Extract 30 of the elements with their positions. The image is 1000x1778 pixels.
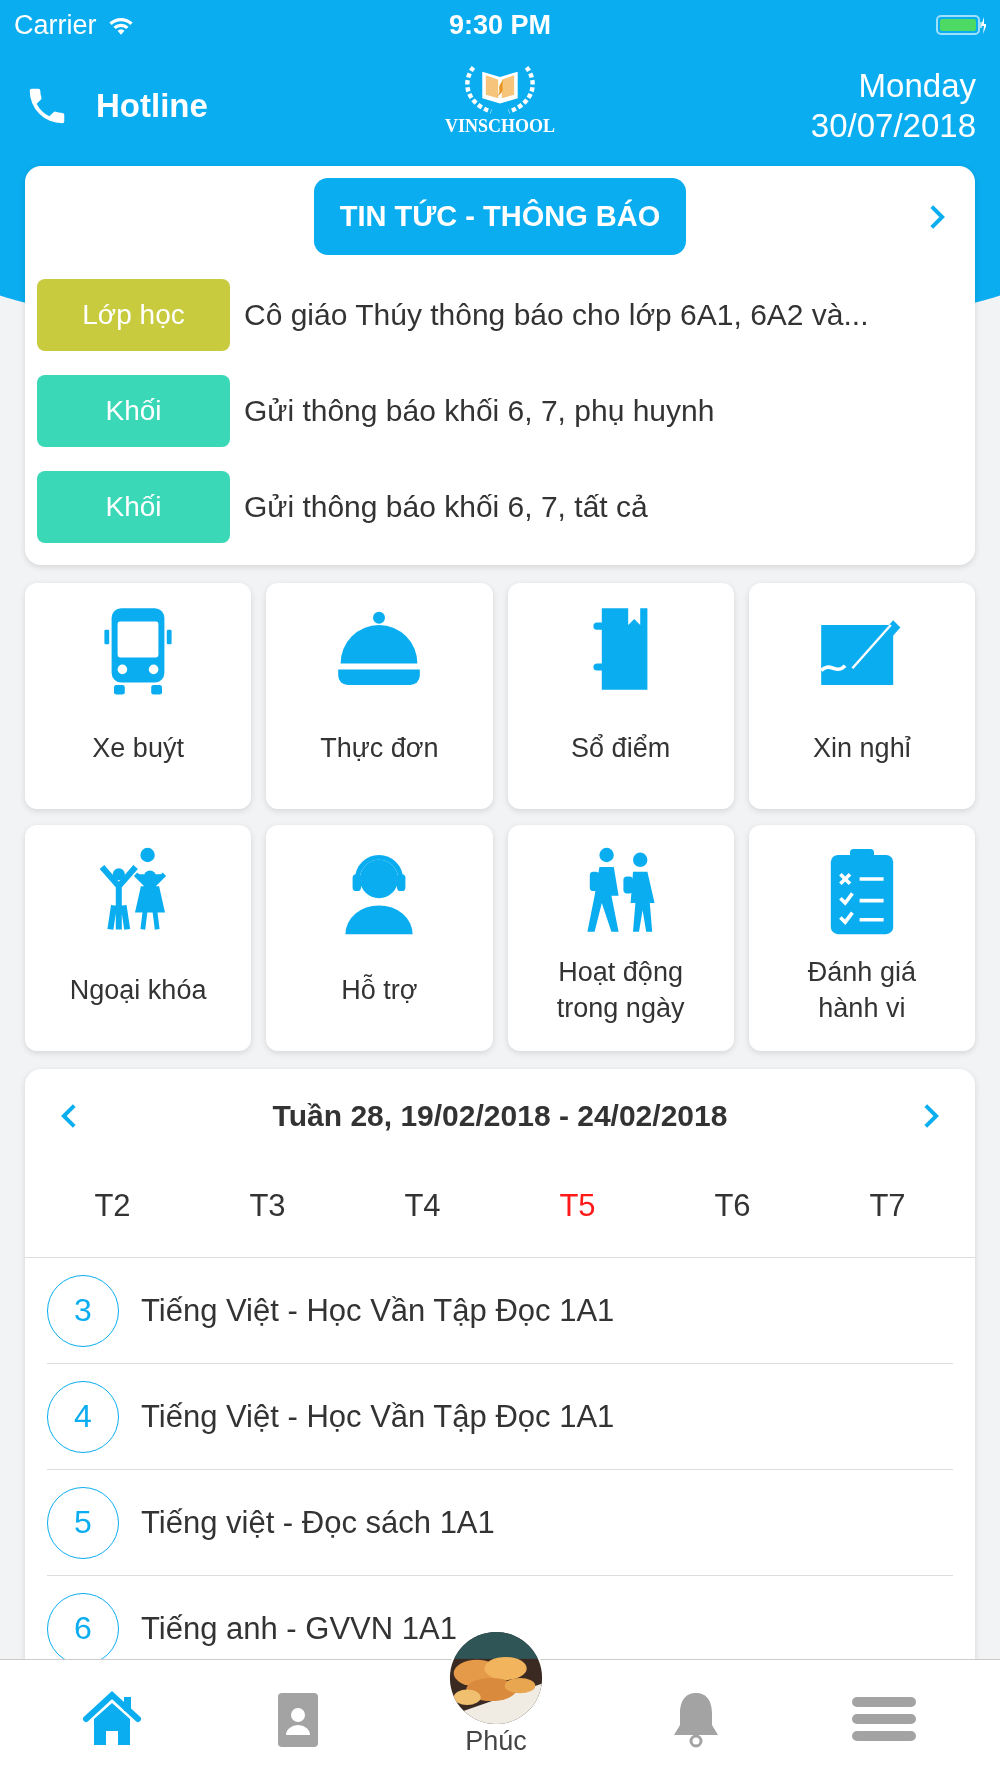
lesson-subject[interactable]: Tiếng Việt - Học Vần Tập Đọc 1A1: [141, 1292, 615, 1329]
carrier-name: Carrier: [14, 9, 97, 41]
feature-tile[interactable]: Sổ điểm: [507, 583, 734, 809]
lesson-subject[interactable]: Tiếng việt - Đọc sách 1A1: [141, 1504, 495, 1541]
category-tag: Lớp học: [37, 279, 230, 351]
news-item[interactable]: Gửi thông báo khối 6, 7, tất cả: [244, 490, 648, 524]
news-item[interactable]: Cô giáo Thúy thông báo cho lớp 6A1, 6A2 và...: [244, 298, 869, 332]
feature-tile[interactable]: Xe buýt: [25, 583, 252, 809]
day-tab[interactable]: T2: [88, 1187, 137, 1225]
feature-tile[interactable]: Đánh giá hành vi: [748, 825, 975, 1051]
week-range: Tuần 28, 19/02/2018 - 24/02/2018: [272, 1099, 728, 1133]
lesson-subject[interactable]: Tiếng Việt - Học Vần Tập Đọc 1A1: [141, 1398, 615, 1435]
weekday-text: Monday: [858, 66, 976, 106]
day-tab[interactable]: T3: [243, 1187, 292, 1225]
clock-time: 9:30 PM: [449, 9, 551, 41]
date-text: 30/07/2018: [810, 106, 976, 146]
category-tag: Khối: [37, 375, 230, 447]
feature-tile[interactable]: Thực đơn: [266, 583, 493, 809]
day-tab[interactable]: T6: [708, 1187, 757, 1225]
feature-tile[interactable]: Hoạt động trong ngày: [507, 825, 734, 1051]
feature-tile[interactable]: Xin nghỉ: [748, 583, 975, 809]
feature-tile[interactable]: Ngoại khóa: [25, 825, 252, 1051]
day-tab[interactable]: T7: [863, 1187, 912, 1225]
logo-wordmark: VINSCHOOL: [445, 116, 555, 137]
category-tag: Khối: [37, 471, 230, 543]
news-item[interactable]: Gửi thông báo khối 6, 7, phụ huynh: [244, 394, 715, 428]
feature-tile[interactable]: Hỗ trợ: [266, 825, 493, 1051]
lesson-subject[interactable]: Tiếng anh - GVVN 1A1: [141, 1610, 457, 1647]
day-tab[interactable]: T4: [398, 1187, 447, 1225]
day-tab[interactable]: T5: [553, 1187, 602, 1225]
